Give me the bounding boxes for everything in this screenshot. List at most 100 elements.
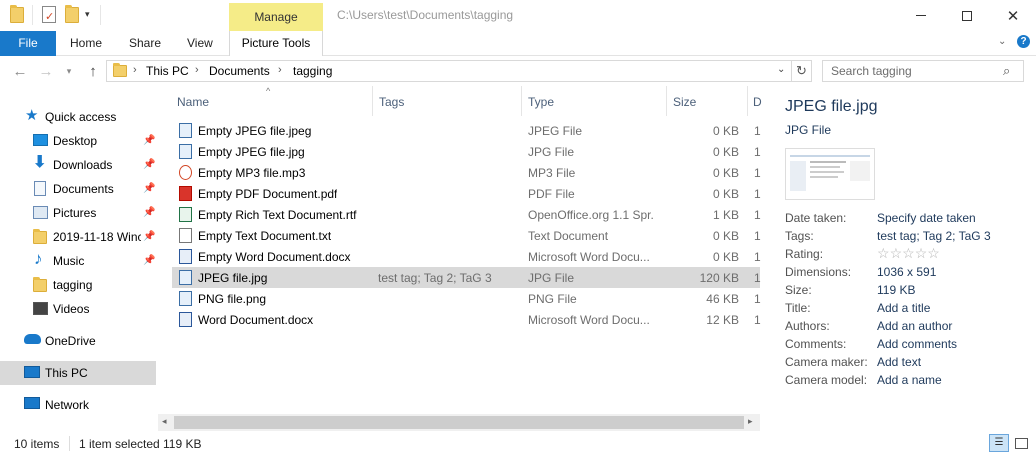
details-value[interactable]: 1036 x 591 xyxy=(877,265,936,279)
folder-icon[interactable] xyxy=(10,5,24,23)
file-row[interactable]: JPEG file.jpg test tag; Tag 2; TaG 3 JPG F… xyxy=(172,267,761,288)
pin-icon[interactable]: 📌 xyxy=(143,207,155,218)
chevron-down-icon[interactable]: ⌄ xyxy=(998,36,1006,47)
manage-tab[interactable]: Manage xyxy=(229,3,323,31)
column-size[interactable]: Size xyxy=(673,95,696,109)
nav-documents[interactable]: Documents 📌 xyxy=(0,177,156,201)
forward-button[interactable]: → xyxy=(36,61,56,81)
new-folder-icon[interactable] xyxy=(65,5,79,23)
details-value[interactable]: Add a title xyxy=(877,301,930,315)
file-type: Text Document xyxy=(528,229,609,243)
details-value[interactable]: Add an author xyxy=(877,319,952,333)
column-tags[interactable]: Tags xyxy=(379,95,404,109)
back-button[interactable]: ← xyxy=(10,61,30,81)
scroll-right-icon[interactable]: ▸ xyxy=(748,416,753,427)
nav-music[interactable]: ♪ Music 📌 xyxy=(0,249,156,273)
file-row[interactable]: Empty JPEG file.jpeg JPEG File 0 KB 1 xyxy=(172,120,761,141)
column-divider[interactable] xyxy=(666,86,667,116)
pin-icon[interactable]: 📌 xyxy=(143,255,155,266)
details-value[interactable]: Specify date taken xyxy=(877,211,976,225)
tab-share[interactable]: Share xyxy=(129,31,161,56)
file-row[interactable]: Empty Rich Text Document.rtf OpenOffice.o… xyxy=(172,204,761,225)
star-icon[interactable]: ☆ xyxy=(927,245,940,261)
details-value[interactable]: Add a name xyxy=(877,373,942,387)
nav-folder-2019[interactable]: 2019-11-18 Winc 📌 xyxy=(0,225,156,249)
details-view-button[interactable]: ☰ xyxy=(989,434,1009,452)
breadcrumb-documents[interactable]: Documents xyxy=(209,64,270,78)
help-icon[interactable]: ? xyxy=(1017,35,1030,48)
nav-this-pc[interactable]: This PC xyxy=(0,361,156,385)
nav-videos[interactable]: Videos xyxy=(0,297,156,321)
file-date: 1 xyxy=(754,145,761,159)
column-divider[interactable] xyxy=(747,86,748,116)
customize-quick-access-icon[interactable]: ▾ xyxy=(85,9,90,20)
arrow-right-icon: → xyxy=(38,62,54,80)
pin-icon[interactable]: 📌 xyxy=(143,231,155,242)
pin-icon[interactable]: 📌 xyxy=(143,135,155,146)
nav-desktop[interactable]: Desktop 📌 xyxy=(0,129,156,153)
audio-file-icon xyxy=(179,165,192,180)
status-bar: 10 items 1 item selected 119 KB ☰ xyxy=(0,432,1036,455)
file-row[interactable]: Empty MP3 file.mp3 MP3 File 0 KB 1 xyxy=(172,162,761,183)
star-icon[interactable]: ☆ xyxy=(877,245,890,261)
column-divider[interactable] xyxy=(372,86,373,116)
maximize-button[interactable] xyxy=(944,0,990,31)
scroll-left-icon[interactable]: ◂ xyxy=(162,416,167,427)
tab-home[interactable]: Home xyxy=(70,31,102,56)
pin-icon[interactable]: 📌 xyxy=(143,159,155,170)
star-icon[interactable]: ☆ xyxy=(902,245,915,261)
details-value[interactable]: 119 KB xyxy=(877,283,915,297)
star-icon[interactable]: ☆ xyxy=(915,245,928,261)
details-value[interactable]: test tag; Tag 2; TaG 3 xyxy=(877,229,991,243)
refresh-icon: ↻ xyxy=(796,63,807,78)
nav-pictures[interactable]: Pictures 📌 xyxy=(0,201,156,225)
search-input[interactable] xyxy=(823,61,993,81)
details-label: Date taken: xyxy=(785,211,847,225)
recent-locations-button[interactable]: ▾ xyxy=(62,61,76,81)
search-box[interactable]: ⌕ xyxy=(822,60,1024,82)
arrow-up-icon: ↑ xyxy=(89,62,97,80)
tab-picture-tools[interactable]: Picture Tools xyxy=(229,31,323,56)
column-type[interactable]: Type xyxy=(528,95,554,109)
file-row[interactable]: Empty Text Document.txt Text Document 0 KB… xyxy=(172,225,761,246)
chevron-down-icon[interactable]: ⌄ xyxy=(777,64,785,75)
nav-downloads[interactable]: ⬇ Downloads 📌 xyxy=(0,153,156,177)
nav-onedrive[interactable]: OneDrive xyxy=(0,329,156,353)
address-bar[interactable]: › This PC › Documents › tagging ⌄ xyxy=(106,60,792,82)
large-icons-view-button[interactable] xyxy=(1011,434,1031,452)
file-row[interactable]: Empty Word Document.docx Microsoft Word D… xyxy=(172,246,761,267)
column-name[interactable]: Name xyxy=(177,95,209,109)
breadcrumb-this-pc[interactable]: This PC xyxy=(146,64,189,78)
search-icon[interactable]: ⌕ xyxy=(1003,63,1010,79)
horizontal-scrollbar[interactable]: ◂ ▸ xyxy=(158,414,760,431)
tab-file[interactable]: File xyxy=(0,31,56,56)
status-size: 119 KB xyxy=(163,437,202,451)
breadcrumb-tagging[interactable]: tagging xyxy=(293,64,332,78)
star-icon[interactable]: ☆ xyxy=(890,245,903,261)
file-size: 1 KB xyxy=(712,208,739,222)
nav-tagging[interactable]: tagging xyxy=(0,273,156,297)
file-size: 0 KB xyxy=(712,229,739,243)
file-row[interactable]: Empty JPEG file.jpg JPG File 0 KB 1 xyxy=(172,141,761,162)
file-type: JPG File xyxy=(528,271,575,285)
computer-icon xyxy=(24,366,40,378)
file-row[interactable]: Empty PDF Document.pdf PDF File 0 KB 1 xyxy=(172,183,761,204)
close-button[interactable]: ✕ xyxy=(990,0,1036,31)
column-date[interactable]: D xyxy=(753,95,762,109)
details-value[interactable]: Add comments xyxy=(877,337,957,351)
file-row[interactable]: Word Document.docx Microsoft Word Docu...… xyxy=(172,309,761,330)
properties-icon[interactable]: ✓ xyxy=(42,6,56,23)
pin-icon[interactable]: 📌 xyxy=(143,183,155,194)
tab-view[interactable]: View xyxy=(187,31,213,56)
rating-stars[interactable]: ☆☆☆☆☆ xyxy=(877,245,940,262)
column-divider[interactable] xyxy=(521,86,522,116)
scrollbar-thumb[interactable] xyxy=(174,416,744,429)
nav-quick-access[interactable]: ★ Quick access xyxy=(0,105,156,129)
nav-network[interactable]: Network xyxy=(0,393,156,417)
file-type: OpenOffice.org 1.1 Spr... xyxy=(528,208,654,222)
up-button[interactable]: ↑ xyxy=(84,61,102,81)
minimize-button[interactable] xyxy=(898,0,944,31)
file-row[interactable]: PNG file.png PNG File 46 KB 1 xyxy=(172,288,761,309)
refresh-button[interactable]: ↻ xyxy=(792,60,812,82)
details-value[interactable]: Add text xyxy=(877,355,921,369)
